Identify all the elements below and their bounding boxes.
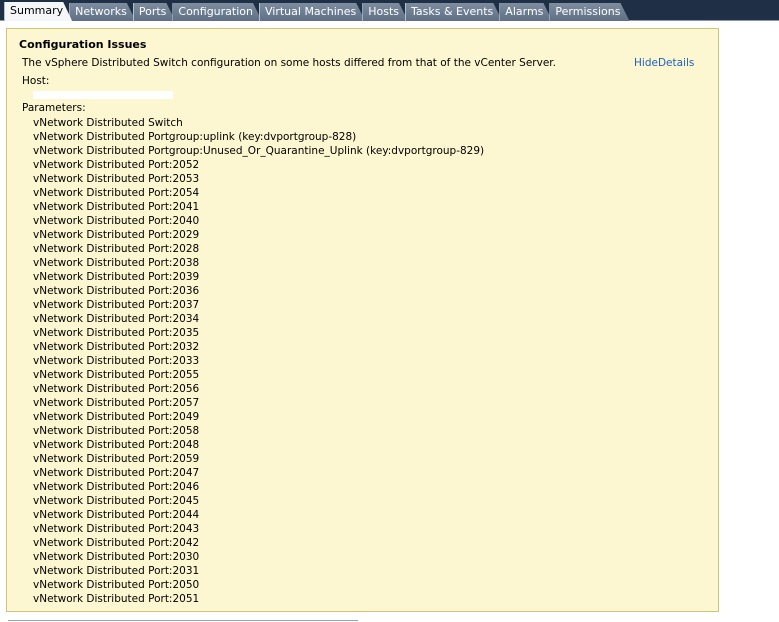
parameters-label: Parameters: (22, 102, 86, 114)
parameter-item: vNetwork Distributed Portgroup:Unused_Or… (33, 145, 485, 157)
tab-tasks-events[interactable]: Tasks & Events (405, 3, 502, 21)
parameter-item: vNetwork Distributed Port:2057 (33, 397, 200, 409)
tab-configuration[interactable]: Configuration (172, 3, 262, 21)
hide-details-link[interactable]: HideDetails (634, 57, 694, 69)
parameter-item: vNetwork Distributed Port:2051 (33, 593, 200, 605)
parameter-item: vNetwork Distributed Switch (33, 117, 183, 129)
parameter-item: vNetwork Distributed Port:2038 (33, 257, 200, 269)
parameter-item: vNetwork Distributed Port:2053 (33, 173, 200, 185)
parameter-item: vNetwork Distributed Port:2045 (33, 495, 200, 507)
configuration-issues-panel: Configuration Issues The vSphere Distrib… (6, 28, 719, 612)
parameter-item: vNetwork Distributed Port:2059 (33, 453, 200, 465)
parameter-item: vNetwork Distributed Port:2032 (33, 341, 200, 353)
parameter-item: vNetwork Distributed Portgroup:uplink (k… (33, 131, 357, 143)
tab-strip: Summary Networks Ports Configuration Virtual… (4, 2, 626, 21)
parameter-item: vNetwork Distributed Port:2043 (33, 523, 200, 535)
parameter-item: vNetwork Distributed Port:2041 (33, 201, 200, 213)
tab-hosts[interactable]: Hosts (362, 3, 408, 21)
parameter-item: vNetwork Distributed Port:2029 (33, 229, 200, 241)
parameter-item: vNetwork Distributed Port:2030 (33, 551, 200, 563)
tab-networks[interactable]: Networks (69, 3, 136, 21)
tab-summary[interactable]: Summary (4, 2, 72, 21)
host-value-redacted (33, 91, 173, 99)
parameter-item: vNetwork Distributed Port:2039 (33, 271, 200, 283)
parameter-item: vNetwork Distributed Port:2033 (33, 355, 200, 367)
parameter-item: vNetwork Distributed Port:2044 (33, 509, 200, 521)
parameter-item: vNetwork Distributed Port:2058 (33, 425, 200, 437)
configuration-issues-heading: Configuration Issues (19, 38, 147, 51)
issue-message: The vSphere Distributed Switch configura… (22, 57, 556, 69)
parameter-item: vNetwork Distributed Port:2052 (33, 159, 200, 171)
parameter-item: vNetwork Distributed Port:2047 (33, 467, 200, 479)
parameter-item: vNetwork Distributed Port:2054 (33, 187, 200, 199)
tab-permissions[interactable]: Permissions (549, 3, 629, 21)
parameter-item: vNetwork Distributed Port:2049 (33, 411, 200, 423)
parameter-item: vNetwork Distributed Port:2037 (33, 299, 200, 311)
host-label: Host: (22, 75, 50, 87)
parameter-item: vNetwork Distributed Port:2056 (33, 383, 200, 395)
tab-bar: Summary Networks Ports Configuration Virtual… (0, 0, 779, 21)
parameter-item: vNetwork Distributed Port:2028 (33, 243, 200, 255)
parameter-item: vNetwork Distributed Port:2031 (33, 565, 200, 577)
tab-virtual-machines[interactable]: Virtual Machines (259, 3, 365, 21)
parameter-item: vNetwork Distributed Port:2035 (33, 327, 200, 339)
parameter-item: vNetwork Distributed Port:2034 (33, 313, 200, 325)
parameters-list: vNetwork Distributed Switch vNetwork Dist… (33, 116, 484, 606)
parameter-item: vNetwork Distributed Port:2050 (33, 579, 200, 591)
parameter-item: vNetwork Distributed Port:2055 (33, 369, 200, 381)
parameter-item: vNetwork Distributed Port:2042 (33, 537, 200, 549)
parameter-item: vNetwork Distributed Port:2046 (33, 481, 200, 493)
bottom-divider (8, 620, 358, 621)
tab-ports[interactable]: Ports (133, 3, 176, 21)
parameter-item: vNetwork Distributed Port:2048 (33, 439, 200, 451)
parameter-item: vNetwork Distributed Port:2040 (33, 215, 200, 227)
tab-alarms[interactable]: Alarms (499, 3, 552, 21)
parameter-item: vNetwork Distributed Port:2036 (33, 285, 200, 297)
